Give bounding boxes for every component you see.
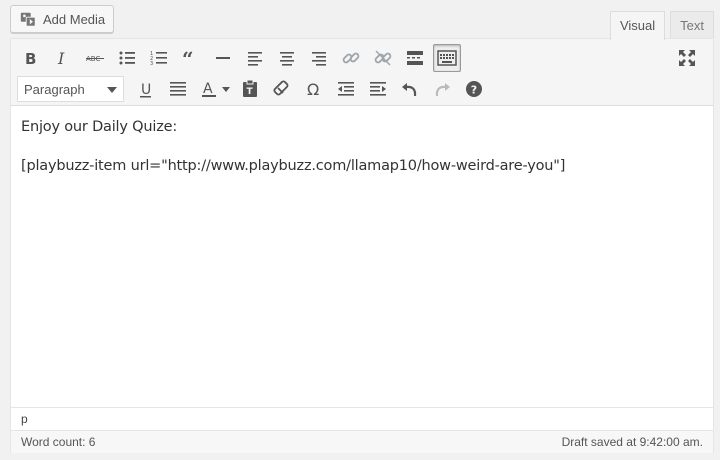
bold-button[interactable]: B (17, 44, 45, 72)
undo-button[interactable] (396, 75, 424, 103)
svg-text:3: 3 (150, 61, 153, 67)
editor-tabs: Visual Text (605, 11, 714, 40)
svg-text:B: B (25, 50, 36, 68)
paste-as-text-icon: T (243, 79, 257, 97)
add-media-button[interactable]: Add Media (10, 5, 115, 33)
tab-visual[interactable]: Visual (609, 11, 666, 40)
justify-button[interactable] (164, 75, 192, 103)
editor-container: B I ABC 123 “ (10, 38, 714, 453)
element-path-bar: p (11, 407, 713, 430)
strikethrough-button[interactable]: ABC (81, 44, 109, 72)
word-count: Word count: 6 (21, 435, 96, 449)
format-select-value: Paragraph (24, 81, 85, 97)
fullscreen-button[interactable] (673, 44, 701, 72)
editor-content-area[interactable]: Enjoy our Daily Quize: [playbuzz-item ur… (11, 107, 713, 407)
redo-button[interactable] (428, 75, 456, 103)
media-icon (20, 12, 36, 27)
text-color-button[interactable]: A (196, 75, 224, 103)
insert-link-icon (342, 52, 360, 64)
text-color-icon: A (202, 81, 216, 97)
italic-icon: I (57, 49, 65, 68)
svg-text:I: I (57, 49, 65, 68)
read-more-button[interactable] (401, 44, 429, 72)
tab-text[interactable]: Text (670, 11, 714, 39)
numbered-list-icon: 123 (150, 51, 167, 67)
underline-button[interactable]: U (132, 75, 160, 103)
align-left-button[interactable] (241, 44, 269, 72)
status-bar: Word count: 6 Draft saved at 9:42:00 am. (11, 430, 713, 453)
toolbar-row-1: B I ABC 123 “ (17, 44, 465, 72)
remove-link-icon (374, 50, 392, 66)
help-button[interactable]: ? (460, 75, 488, 103)
fullscreen-icon (679, 50, 695, 66)
format-select[interactable]: Paragraph (17, 76, 124, 102)
svg-text:T: T (247, 87, 254, 97)
add-media-label: Add Media (43, 11, 106, 27)
svg-text:Ω: Ω (307, 80, 319, 99)
read-more-icon (407, 51, 423, 65)
svg-text:A: A (203, 81, 213, 97)
blockquote-button[interactable]: “ (177, 44, 205, 72)
toolbar-row-2: Paragraph U A T Ω ? (17, 75, 492, 103)
bold-icon: B (25, 50, 36, 68)
toolbar-toggle-button[interactable] (433, 44, 461, 72)
remove-link-button[interactable] (369, 44, 397, 72)
chevron-down-icon (107, 87, 117, 93)
help-icon: ? (466, 81, 482, 97)
special-character-button[interactable]: Ω (300, 75, 328, 103)
bulleted-list-button[interactable] (113, 44, 141, 72)
content-paragraph-2: [playbuzz-item url="http://www.playbuzz.… (21, 158, 566, 175)
text-color-dropdown-icon[interactable] (222, 86, 230, 92)
indent-icon (370, 82, 386, 96)
svg-text:U: U (141, 82, 151, 98)
bulleted-list-icon (119, 51, 135, 65)
horizontal-line-button[interactable] (209, 44, 237, 72)
svg-text:“: “ (182, 48, 194, 68)
redo-icon (435, 83, 450, 97)
special-character-icon: Ω (307, 80, 319, 99)
numbered-list-button[interactable]: 123 (145, 44, 173, 72)
strikethrough-icon: ABC (86, 55, 104, 63)
horizontal-line-icon (216, 57, 230, 59)
editor-toolbar: B I ABC 123 “ (11, 39, 713, 106)
clear-formatting-icon (273, 80, 289, 96)
blockquote-icon: “ (182, 48, 194, 68)
insert-link-button[interactable] (337, 44, 365, 72)
content-paragraph-1: Enjoy our Daily Quize: (21, 119, 178, 135)
align-right-button[interactable] (305, 44, 333, 72)
align-center-button[interactable] (273, 44, 301, 72)
underline-icon: U (140, 82, 151, 98)
justify-icon (170, 82, 186, 96)
undo-icon (402, 83, 417, 97)
align-left-icon (248, 52, 262, 66)
element-path-p[interactable]: p (21, 412, 28, 426)
outdent-button[interactable] (332, 75, 360, 103)
italic-button[interactable]: I (49, 44, 77, 72)
svg-text:?: ? (471, 84, 477, 97)
draft-saved-status: Draft saved at 9:42:00 am. (561, 435, 703, 449)
align-right-icon (312, 52, 326, 66)
indent-button[interactable] (364, 75, 392, 103)
align-center-icon (280, 52, 294, 66)
clear-formatting-button[interactable] (268, 75, 296, 103)
paste-as-text-button[interactable]: T (236, 75, 264, 103)
outdent-icon (338, 82, 354, 96)
toolbar-toggle-icon (437, 50, 457, 66)
